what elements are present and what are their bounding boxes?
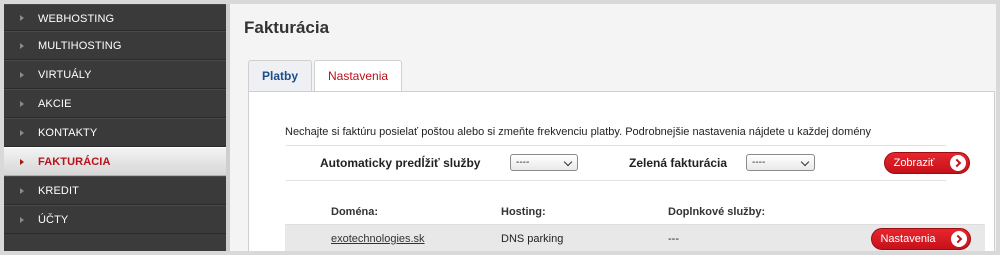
auto-renew-value: ---- (516, 157, 530, 168)
chevron-right-icon (20, 42, 24, 49)
sidebar-item-label: WEBHOSTING (38, 13, 115, 25)
column-header-domain: Doména: (331, 206, 379, 218)
column-header-hosting: Hosting: (501, 206, 546, 218)
arrow-right-icon (950, 155, 966, 171)
sidebar-item-label: KONTAKTY (38, 127, 98, 139)
page-title: Fakturácia (244, 18, 330, 37)
settings-button[interactable]: Nastavenia (871, 228, 971, 250)
sidebar-item-label: VIRTUÁLY (38, 69, 92, 81)
extras-cell: --- (668, 233, 679, 245)
arrow-right-icon (951, 231, 967, 247)
green-invoice-value: ---- (752, 157, 766, 168)
sidebar-item-label: AKCIE (38, 98, 72, 110)
sidebar-nav: WEBHOSTING MULTIHOSTING VIRTUÁLY AKCIE K… (4, 4, 226, 251)
sidebar-item-label: KREDIT (38, 185, 79, 197)
auto-renew-select[interactable]: ---- (510, 154, 578, 171)
chevron-right-icon (20, 14, 24, 21)
chevron-right-icon (20, 71, 24, 78)
sidebar-item-ucty[interactable]: ÚČTY (4, 205, 226, 234)
hosting-cell: DNS parking (501, 233, 564, 245)
sidebar-item-label: FAKTURÁCIA (38, 156, 111, 168)
column-header-extras: Doplnkové služby: (668, 206, 766, 218)
show-button[interactable]: Zobraziť (884, 152, 970, 174)
intro-text: Nechajte si faktúru posielať poštou aleb… (285, 126, 872, 138)
settings-button-label: Nastavenia (880, 233, 936, 245)
chevron-down-icon (563, 157, 573, 167)
chevron-right-icon (20, 129, 24, 136)
filter-row: Automaticky predĺžiť služby ---- Zelená … (286, 145, 970, 181)
chevron-right-icon (20, 187, 24, 194)
sidebar-item-akcie[interactable]: AKCIE (4, 89, 226, 118)
chevron-right-icon (20, 100, 24, 107)
green-invoice-label: Zelená fakturácia (629, 156, 728, 170)
table-row: exotechnologies.sk DNS parking --- Nasta… (285, 224, 985, 251)
sidebar-item-label: ÚČTY (38, 214, 69, 226)
sidebar-item-kontakty[interactable]: KONTAKTY (4, 118, 226, 147)
tab-panel: Nechajte si faktúru posielať poštou aleb… (248, 91, 995, 251)
green-invoice-select[interactable]: ---- (746, 154, 815, 171)
chevron-down-icon (800, 157, 810, 167)
show-button-label: Zobraziť (893, 157, 935, 169)
tab-platby[interactable]: Platby (248, 60, 313, 91)
app-window: WEBHOSTING MULTIHOSTING VIRTUÁLY AKCIE K… (0, 0, 1000, 255)
sidebar-item-label: MULTIHOSTING (38, 40, 122, 52)
chevron-right-icon (20, 158, 24, 165)
tab-nastavenia-fakturacie[interactable]: Nastavenia fakturácie (314, 60, 403, 113)
main-content: Fakturácia Platby Nastavenia fakturácie … (230, 4, 996, 251)
sidebar-item-kredit[interactable]: KREDIT (4, 176, 226, 205)
sidebar-item-multihosting[interactable]: MULTIHOSTING (4, 31, 226, 60)
sidebar-item-virtualy[interactable]: VIRTUÁLY (4, 60, 226, 89)
domain-link[interactable]: exotechnologies.sk (331, 233, 425, 245)
auto-renew-label: Automaticky predĺžiť služby (320, 156, 481, 170)
chevron-right-icon (20, 216, 24, 223)
sidebar-item-webhosting[interactable]: WEBHOSTING (4, 4, 226, 31)
sidebar-item-fakturacia[interactable]: FAKTURÁCIA (4, 147, 226, 176)
